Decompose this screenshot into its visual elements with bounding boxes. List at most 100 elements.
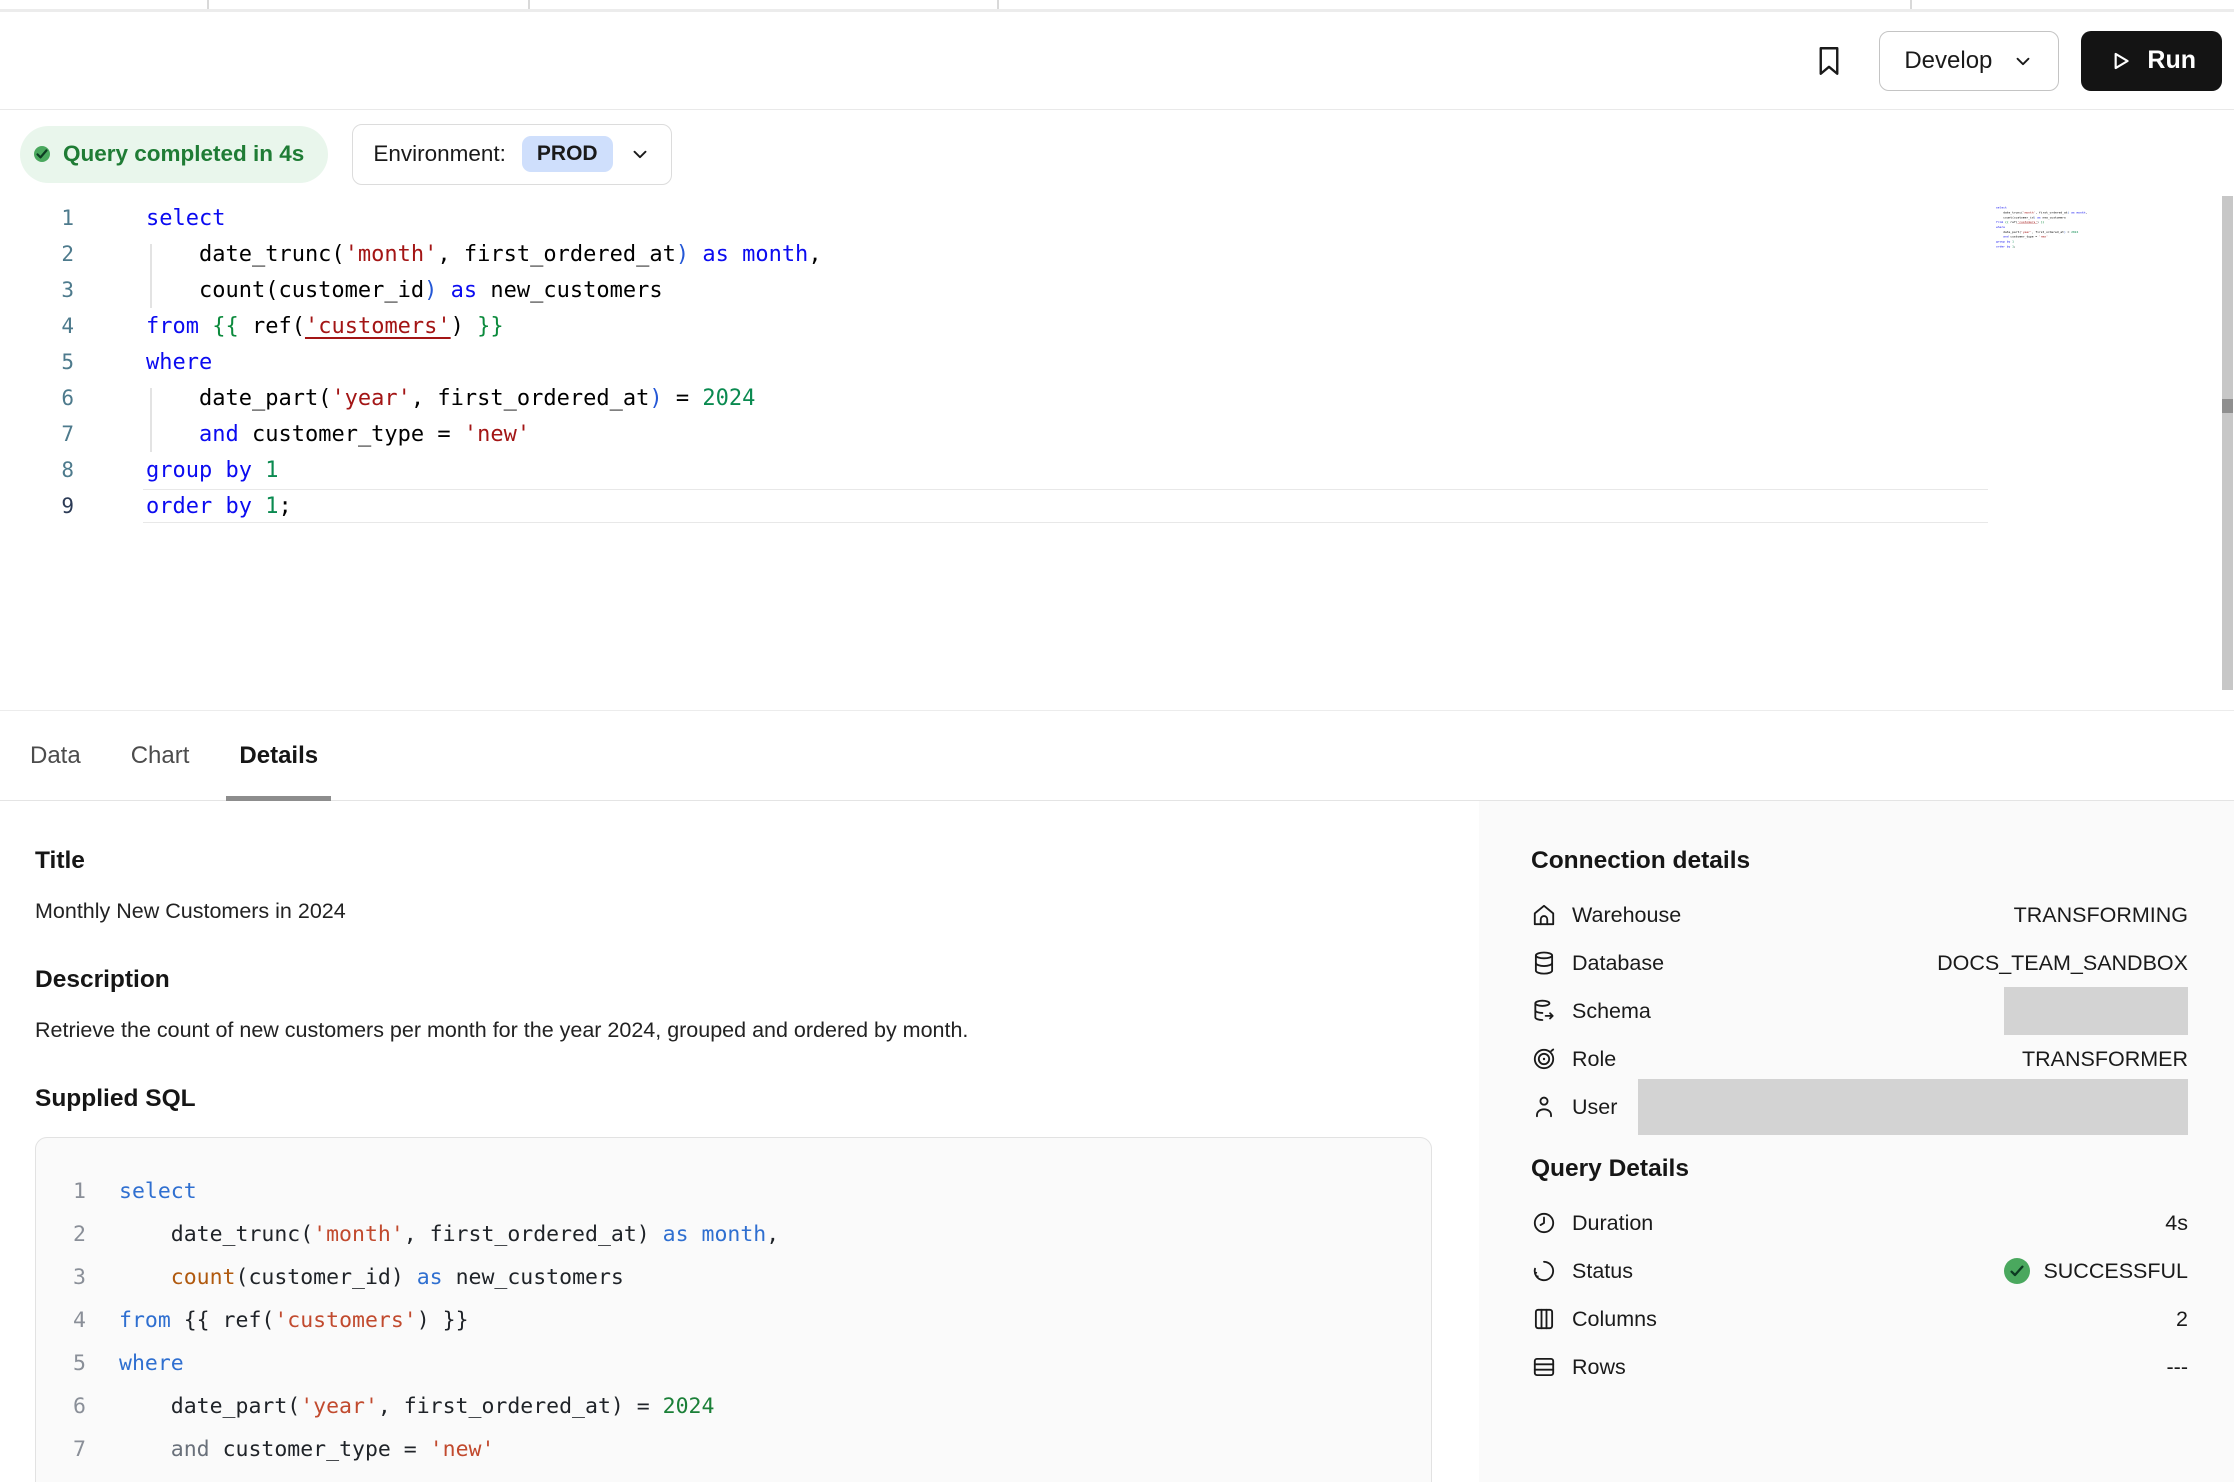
line-number: 5 [0, 350, 74, 374]
chevron-down-icon [2012, 50, 2034, 72]
detail-value: SUCCESSFUL [2043, 1259, 2188, 1284]
clock-icon [1531, 1210, 1557, 1236]
tab-data[interactable]: Data [30, 711, 81, 800]
line-number: 7 [36, 1437, 86, 1462]
editor-line[interactable]: 3 count(customer_id) as new_customers [0, 272, 2234, 308]
role-icon [1531, 1046, 1557, 1072]
line-number: 7 [0, 422, 74, 446]
editor-line[interactable]: 1select [0, 200, 2234, 236]
minimap-content: select date_trunc('month', first_ordered… [1996, 206, 2014, 250]
detail-row: DatabaseDOCS_TEAM_SANDBOX [1531, 939, 2188, 987]
detail-value: 2 [2176, 1307, 2188, 1332]
detail-label: Role [1572, 1047, 1616, 1072]
supplied-sql-line: 1select [36, 1170, 1431, 1213]
line-number: 1 [0, 206, 74, 230]
editor-line[interactable]: 4from {{ ref('customers') }} [0, 308, 2234, 344]
editor-line[interactable]: 6 date_part('year', first_ordered_at) = … [0, 380, 2234, 416]
line-number: 9 [0, 494, 74, 518]
tab-strip-divider [1910, 0, 1912, 9]
code-text: date_trunc('month', first_ordered_at) as… [74, 242, 822, 267]
supplied-sql-line: 2 date_trunc('month', first_ordered_at) … [36, 1213, 1431, 1256]
code-text: date_part('year', first_ordered_at) = 20… [86, 1394, 714, 1419]
detail-label: Status [1572, 1259, 1633, 1284]
warehouse-icon [1531, 902, 1557, 928]
query-status-text: Query completed in 4s [63, 141, 304, 167]
environment-value-badge: PROD [522, 136, 613, 172]
redacted-value [1638, 1079, 2188, 1135]
rows-icon [1531, 1354, 1557, 1380]
indent-guide [150, 388, 152, 452]
detail-value: DOCS_TEAM_SANDBOX [1937, 951, 2188, 976]
browser-tab-strip [0, 0, 2234, 12]
code-text: date_part('year', first_ordered_at) = 20… [74, 386, 755, 411]
user-icon [1531, 1094, 1557, 1120]
detail-row: WarehouseTRANSFORMING [1531, 891, 2188, 939]
tab-strip-divider [997, 0, 999, 9]
supplied-sql-line: 5where [36, 1342, 1431, 1385]
tab-strip-divider [207, 0, 209, 9]
line-number: 4 [0, 314, 74, 338]
query-status-pill: Query completed in 4s [20, 126, 328, 183]
detail-label: Duration [1572, 1211, 1653, 1236]
loader-icon [1531, 1258, 1557, 1284]
detail-label: Rows [1572, 1355, 1626, 1380]
editor-line[interactable]: 2 date_trunc('month', first_ordered_at) … [0, 236, 2234, 272]
tab-details[interactable]: Details [239, 711, 318, 800]
editor-scrollbar-thumb[interactable] [2222, 399, 2233, 413]
run-button[interactable]: Run [2081, 31, 2222, 91]
line-number: 4 [36, 1308, 86, 1333]
bookmark-button[interactable] [1811, 43, 1847, 79]
tab-chart[interactable]: Chart [131, 711, 190, 800]
code-text: from {{ ref('customers') }} [74, 314, 504, 339]
columns-icon [1531, 1306, 1557, 1332]
detail-row: Columns 2 [1531, 1295, 2188, 1343]
title-heading: Title [35, 847, 1439, 875]
editor-minimap[interactable]: select date_trunc('month', first_ordered… [1996, 206, 2128, 326]
detail-label: Warehouse [1572, 903, 1681, 928]
run-button-label: Run [2147, 46, 2196, 75]
chevron-down-icon [629, 143, 651, 165]
environment-selector[interactable]: Environment: PROD [352, 124, 671, 185]
details-main: Title Monthly New Customers in 2024 Desc… [0, 801, 1479, 1482]
details-side-panel: Connection details WarehouseTRANSFORMING… [1479, 801, 2234, 1482]
query-status-bar: Query completed in 4s Environment: PROD [0, 112, 672, 196]
check-circle-icon [2003, 1257, 2031, 1285]
schema-icon [1531, 998, 1557, 1024]
detail-label: Columns [1572, 1307, 1657, 1332]
develop-menu-button[interactable]: Develop [1879, 31, 2059, 91]
supplied-sql-line: 3 count(customer_id) as new_customers [36, 1256, 1431, 1299]
develop-button-label: Develop [1904, 47, 1992, 75]
code-text: select [86, 1179, 197, 1204]
detail-label: Schema [1572, 999, 1651, 1024]
supplied-sql-line: 7 and customer_type = 'new' [36, 1428, 1431, 1471]
line-number: 2 [0, 242, 74, 266]
line-number: 8 [0, 458, 74, 482]
detail-row: Schema [1531, 987, 2188, 1035]
code-text: where [74, 350, 212, 375]
line-number: 3 [0, 278, 74, 302]
supplied-sql-line: 8group by 1 [36, 1471, 1431, 1482]
editor-line[interactable]: 5where [0, 344, 2234, 380]
code-text: count(customer_id) as new_customers [74, 278, 663, 303]
description-heading: Description [35, 966, 1439, 994]
editor-code-area[interactable]: 1select2 date_trunc('month', first_order… [0, 200, 2234, 524]
detail-value: TRANSFORMER [2022, 1047, 2188, 1072]
tab-strip-divider [528, 0, 530, 9]
editor-line[interactable]: 8group by 1 [0, 452, 2234, 488]
editor-scrollbar[interactable] [2222, 196, 2233, 690]
editor-line[interactable]: 9order by 1; [0, 488, 2234, 524]
detail-value: 4s [2165, 1211, 2188, 1236]
details-content: Title Monthly New Customers in 2024 Desc… [0, 801, 2234, 1482]
line-number: 1 [36, 1179, 86, 1204]
detail-row: Duration 4s [1531, 1199, 2188, 1247]
connection-details-heading: Connection details [1531, 847, 2188, 875]
code-text: and customer_type = 'new' [86, 1437, 494, 1462]
query-details-heading: Query Details [1531, 1155, 2188, 1183]
editor-line[interactable]: 7 and customer_type = 'new' [0, 416, 2234, 452]
line-number: 3 [36, 1265, 86, 1290]
detail-label: User [1572, 1095, 1617, 1120]
code-text: order by 1; [74, 494, 292, 519]
sql-editor[interactable]: 1select2 date_trunc('month', first_order… [0, 200, 2234, 692]
code-text: from {{ ref('customers') }} [86, 1308, 469, 1333]
indent-guide [150, 244, 152, 308]
